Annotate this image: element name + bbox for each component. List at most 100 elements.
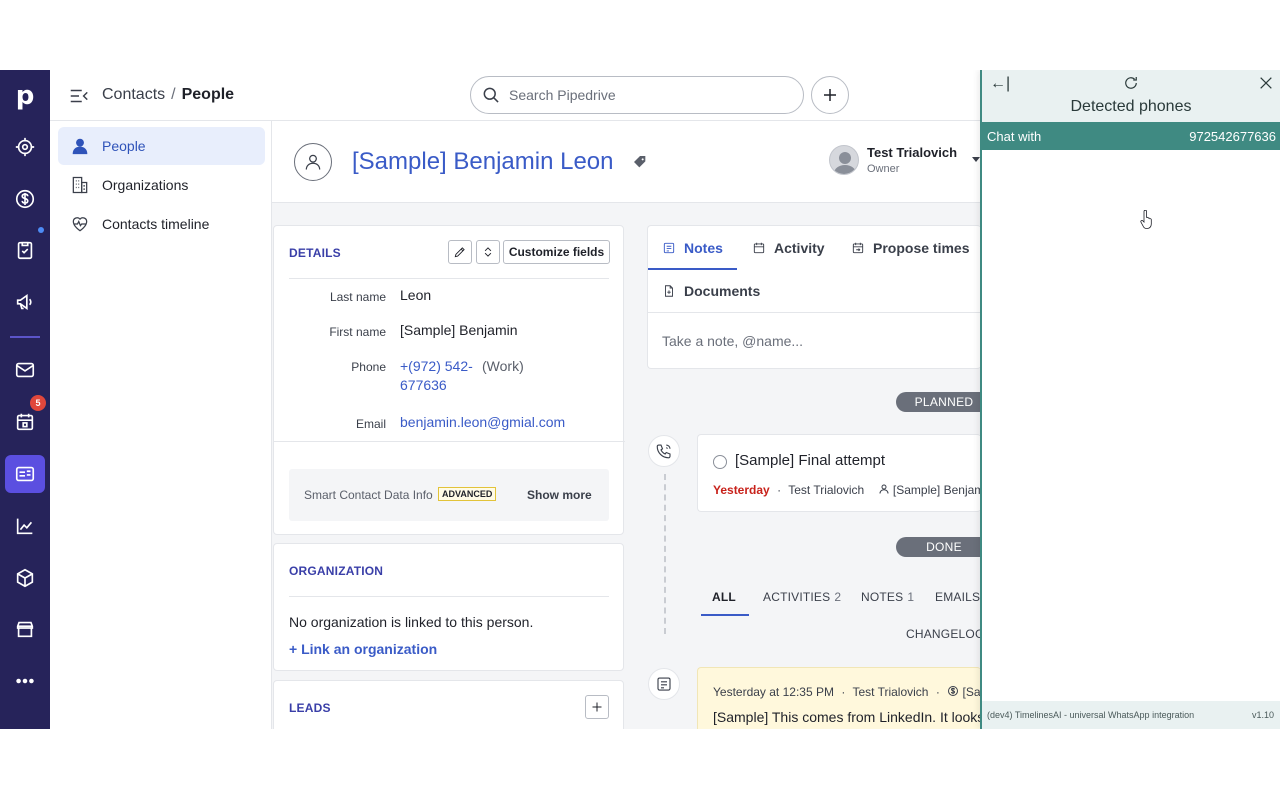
show-more-button[interactable]: Show more [527,488,592,502]
search-box[interactable] [470,76,804,114]
document-icon [662,284,676,298]
more-icon[interactable] [0,659,50,703]
activity-person[interactable]: [Sample] Benjami [893,483,987,497]
megaphone-icon[interactable] [0,280,50,324]
owner-name: Test Trialovich [867,145,957,160]
building-icon [70,175,90,195]
filter-count: 1 [907,590,914,604]
customize-fields-button[interactable]: Customize fields [503,240,610,264]
person-name[interactable]: [Sample] Benjamin Leon [352,148,614,176]
pipedrive-logo[interactable]: p [0,74,50,118]
heart-pulse-icon [70,214,90,234]
subnav-item-contacts-timeline[interactable]: Contacts timeline [58,205,265,243]
filter-label: NOTES [861,590,903,604]
store-icon[interactable] [0,607,50,651]
filter-all[interactable]: ALL [712,590,736,604]
detected-phone-number[interactable]: 972542677636 [1189,129,1276,144]
breadcrumb-separator: / [171,86,175,103]
person-avatar[interactable] [294,143,332,181]
note-owner: Test Trialovich [852,685,928,699]
details-title: DETAILS [289,246,341,260]
subnav-label: People [102,138,146,154]
deal-icon [947,685,962,699]
phone-line-1[interactable]: +(972) 542- [400,358,473,374]
collapse-menu-icon[interactable] [68,85,90,107]
add-lead-button[interactable] [585,695,609,719]
activity-card[interactable]: [Sample] Final attempt Yesterday · Test … [697,434,981,512]
dollar-icon[interactable] [0,177,50,221]
organization-title: ORGANIZATION [289,564,383,578]
edit-button[interactable] [448,240,472,264]
tab-propose-times[interactable]: Propose times [851,226,969,270]
owner-selector[interactable]: Test Trialovich Owner [829,145,957,175]
panel-header: ←| Detected phones [982,70,1280,122]
link-organization-button[interactable]: + Link an organization [289,641,437,657]
close-icon[interactable] [1258,75,1274,91]
activity-title[interactable]: [Sample] Final attempt [735,452,885,469]
plus-icon [591,701,603,713]
subnav-item-people[interactable]: People [58,127,265,165]
breadcrumb-contacts[interactable]: Contacts [102,86,165,103]
phone-label: Phone [274,360,386,374]
note-text: [Sample] This comes from LinkedIn. It lo… [713,709,984,725]
subnav-item-organizations[interactable]: Organizations [58,166,265,204]
first-name-label: First name [274,325,386,339]
first-name-value[interactable]: [Sample] Benjamin [400,322,518,338]
chevron-down-icon[interactable] [972,157,980,162]
details-card: DETAILS Customize fields Last name Leon … [273,225,624,535]
expand-collapse-button[interactable] [476,240,500,264]
person-outline-icon [303,152,323,172]
chat-with-row[interactable]: Chat with 972542677636 [982,122,1280,150]
filter-label: ACTIVITIES [763,590,830,604]
tab-activity[interactable]: Activity [752,226,825,270]
smart-contact-label: Smart Contact Data Info [304,488,433,502]
filter-underline [701,614,749,616]
contacts-icon[interactable] [5,455,45,493]
target-icon[interactable] [0,125,50,169]
chat-with-label: Chat with [987,129,1041,144]
tab-notes[interactable]: Notes [662,226,723,270]
back-to-panel-icon[interactable]: ←| [990,75,1010,93]
note-icon [648,668,680,700]
tab-documents[interactable]: Documents [662,269,760,313]
note-input[interactable]: Take a note, @name... [648,312,982,369]
phone-line-2[interactable]: 677636 [400,377,447,393]
plus-icon [821,86,839,104]
filter-activities[interactable]: ACTIVITIES2 [763,590,841,604]
tab-label: Activity [774,240,825,256]
chart-icon[interactable] [0,504,50,548]
filter-emails[interactable]: EMAILS [935,590,980,604]
breadcrumb: Contacts/People [102,86,234,104]
label-tag-icon[interactable] [632,154,648,170]
box-icon[interactable] [0,556,50,600]
footer-app-name: (dev4) TimelinesAI - universal WhatsApp … [987,710,1194,720]
timelinesai-panel: ←| Detected phones Chat with 97254267763… [980,70,1280,729]
mail-icon[interactable] [0,348,50,392]
chevron-up-down-icon [481,245,495,259]
filter-notes[interactable]: NOTES 1 [861,590,914,604]
hand-cursor-icon [1140,210,1154,230]
details-divider-2 [274,441,625,442]
clipboard-icon[interactable] [0,228,50,272]
note-icon [662,241,676,255]
filter-label: EMAILS [935,590,980,604]
app-window: p 5 [0,70,1280,729]
quick-add-button[interactable] [811,76,849,114]
filter-changelog[interactable]: CHANGELOG [906,627,984,641]
panel-footer: (dev4) TimelinesAI - universal WhatsApp … [982,701,1280,729]
last-name-label: Last name [274,290,386,304]
note-meta: Yesterday at 12:35 PM · Test Trialovich … [713,685,991,699]
email-label: Email [274,417,386,431]
top-bar: Contacts/People [50,70,980,121]
note-card[interactable]: Yesterday at 12:35 PM · Test Trialovich … [697,667,981,729]
last-name-value[interactable]: Leon [400,287,431,303]
refresh-icon[interactable] [1122,74,1140,92]
search-input[interactable] [509,87,769,103]
activity-owner: Test Trialovich [788,483,864,497]
email-value[interactable]: benjamin.leon@gmial.com [400,414,565,430]
owner-role: Owner [867,163,957,175]
calendar-arrows-icon [851,241,865,255]
mark-done-checkbox[interactable] [713,455,727,469]
note-time: Yesterday at 12:35 PM [713,685,834,699]
advanced-badge: ADVANCED [438,487,496,501]
